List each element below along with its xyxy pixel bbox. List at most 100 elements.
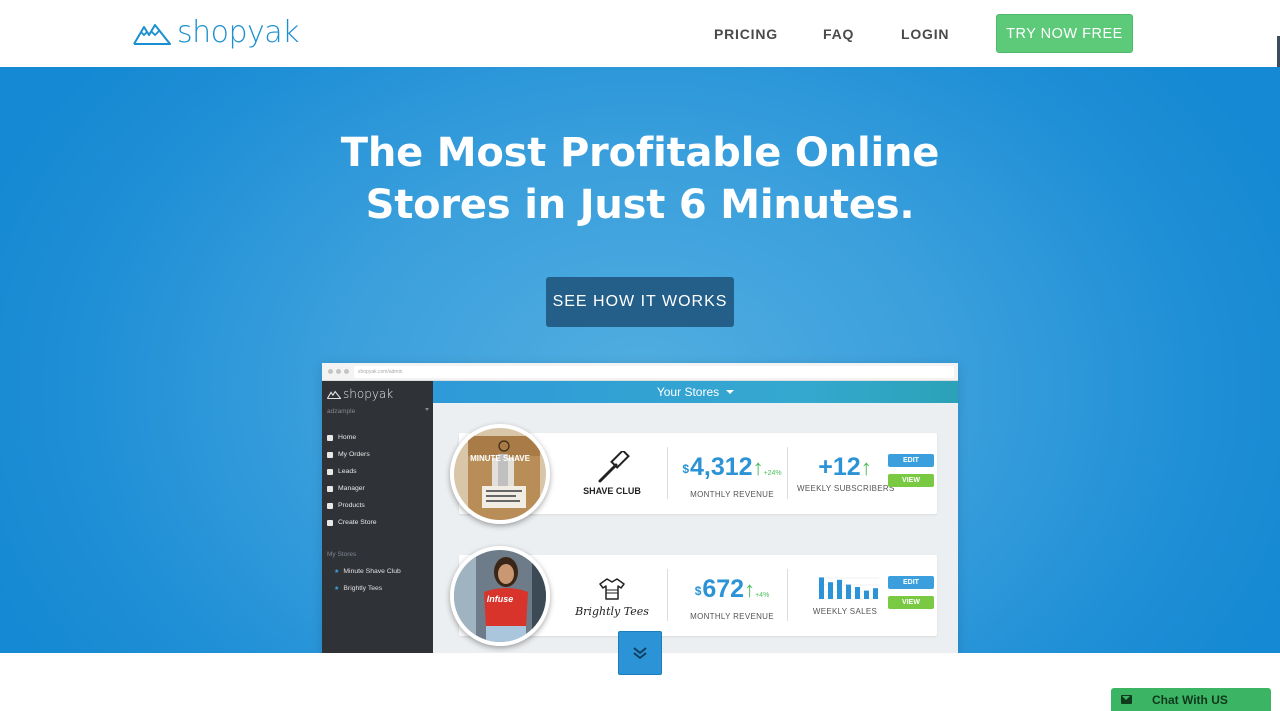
revenue-change: +24% [763, 470, 782, 477]
weekly-sales-label: WEEKLY SALES [812, 607, 878, 616]
subscribers-number: +12 [818, 453, 861, 481]
monthly-revenue-label: MONTHLY REVENUE [690, 490, 774, 499]
mock-sidebar-label: Home [338, 434, 357, 441]
mock-content-header: Your Stores [433, 381, 958, 403]
store-photo-caption: MINUTE SHAVE [470, 454, 530, 463]
bag-icon [327, 451, 333, 458]
view-button: VIEW [888, 474, 934, 487]
home-icon [327, 434, 333, 441]
sales-bar [855, 587, 860, 599]
monthly-revenue-metric: $672↑+4% MONTHLY REVENUE [679, 575, 785, 621]
browser-dot [344, 369, 349, 374]
mock-content: Your Stores MINUTE SHAVE SHAVE CLUB $4,3… [433, 381, 958, 653]
revenue-number: 4,312 [690, 453, 753, 481]
store-brand-name: SHAVE CLUB [583, 486, 641, 496]
plus-icon [327, 519, 333, 526]
hero-section: The Most Profitable Online Stores in Jus… [0, 67, 1280, 653]
mountain-logo-icon [327, 390, 341, 399]
try-now-free-button[interactable]: TRY NOW FREE [996, 14, 1133, 53]
weekly-sales-metric: WEEKLY SALES [797, 575, 893, 616]
mock-sidebar-logo: shopyak [327, 387, 393, 401]
razor-icon [598, 451, 630, 483]
monthly-revenue-label: MONTHLY REVENUE [690, 612, 774, 621]
shopyak-logo[interactable]: shopyak [133, 15, 300, 50]
weekly-subscribers-value: +12↑ [797, 453, 893, 482]
view-button: VIEW [888, 596, 934, 609]
chat-label: Chat With US [1152, 692, 1228, 707]
browser-url: shopyak.com/admin [354, 366, 954, 378]
target-icon [327, 468, 333, 475]
mock-content-title: Your Stores [656, 385, 720, 399]
store-brand-name: Brightly Tees [575, 605, 649, 618]
mock-sidebar-label: Leads [338, 468, 357, 475]
arrow-up-icon: ↑ [744, 577, 756, 602]
store-photo: Infuse [450, 546, 550, 646]
sales-bar [828, 582, 833, 599]
mock-sidebar-label: Create Store [338, 519, 377, 526]
calendar-icon [327, 502, 333, 509]
mock-sidebar-item-manager: Manager [327, 485, 365, 492]
arrow-up-icon: ↑ [860, 455, 872, 480]
mock-store-link: ★ Brightly Tees [334, 585, 382, 592]
hero-title: The Most Profitable Online Stores in Jus… [0, 127, 1280, 231]
arrow-up-icon: ↑ [752, 455, 764, 480]
store-photo-caption: Infuse [486, 594, 514, 604]
sales-bar [864, 590, 869, 599]
star-icon: ★ [334, 569, 340, 575]
mock-sidebar-label: My Orders [338, 451, 370, 458]
site-header: shopyak PRICING FAQ LOGIN TRY NOW FREE [0, 0, 1280, 67]
browser-dot [336, 369, 341, 374]
mock-sidebar-item-products: Products [327, 502, 365, 509]
mock-sidebar-label: Products [338, 502, 365, 509]
store-brand-logo: Brightly Tees [572, 571, 652, 621]
divider [667, 447, 668, 499]
mock-sidebar: shopyak adzample Home My Orders Leads Ma… [322, 381, 433, 653]
currency-symbol: $ [694, 584, 702, 598]
weekly-subscribers-label: WEEKLY SUBSCRIBERS [797, 484, 895, 493]
shave-box-photo [454, 428, 546, 520]
mock-sidebar-item-leads: Leads [327, 468, 357, 475]
tshirt-icon [599, 578, 625, 600]
nav-pricing-link[interactable]: PRICING [714, 26, 778, 42]
see-how-it-works-button[interactable]: SEE HOW IT WORKS [546, 277, 734, 327]
sales-bar [837, 579, 842, 599]
mock-store-label: Brightly Tees [343, 585, 383, 592]
mock-store-label: Minute Shave Club [343, 568, 401, 575]
envelope-icon [1121, 695, 1132, 704]
weekly-subscribers-metric: +12↑ WEEKLY SUBSCRIBERS [797, 453, 895, 493]
hero-title-line-1: The Most Profitable Online [340, 130, 940, 176]
currency-symbol: $ [682, 462, 689, 476]
sales-bar [873, 588, 878, 599]
sales-bar [846, 584, 851, 599]
store-brand-logo: SHAVE CLUB [572, 449, 652, 499]
scroll-down-button[interactable] [618, 631, 662, 675]
mock-user-name: adzample [327, 408, 356, 415]
chevron-down-icon [425, 408, 429, 411]
edit-button: EDIT [888, 454, 934, 467]
logo-text: shopyak [177, 15, 300, 50]
revenue-change: +4% [755, 592, 770, 599]
chat-widget-button[interactable]: Chat With US [1111, 688, 1271, 711]
store-card: Infuse Brightly Tees $672↑+4% MONTHLY RE… [450, 546, 937, 646]
divider [787, 569, 788, 621]
mock-sidebar-label: Manager [338, 485, 365, 492]
mock-my-stores-heading: My Stores [327, 551, 357, 558]
mock-sidebar-item-orders: My Orders [327, 451, 370, 458]
monthly-revenue-metric: $4,312↑+24% MONTHLY REVENUE [679, 453, 785, 499]
weekly-sales-chart [817, 577, 879, 600]
mountain-logo-icon [133, 24, 171, 45]
store-photo: MINUTE SHAVE [450, 424, 550, 524]
mock-logo-text: shopyak [343, 387, 394, 401]
dashboard-mockup-image: shopyak.com/admin shopyak adzample Home … [322, 363, 958, 653]
monthly-revenue-value: $4,312↑+24% [679, 453, 785, 488]
monthly-revenue-value: $672↑+4% [679, 575, 785, 610]
divider [667, 569, 668, 621]
nav-login-link[interactable]: LOGIN [901, 26, 949, 42]
browser-dot [328, 369, 333, 374]
mock-sidebar-item-create-store: Create Store [327, 519, 377, 526]
edit-button: EDIT [888, 576, 934, 589]
store-card: MINUTE SHAVE SHAVE CLUB $4,312↑+24% MONT… [450, 424, 937, 524]
hero-title-line-2: Stores in Just 6 Minutes. [365, 182, 915, 228]
nav-faq-link[interactable]: FAQ [823, 26, 854, 42]
star-icon: ★ [334, 586, 340, 592]
